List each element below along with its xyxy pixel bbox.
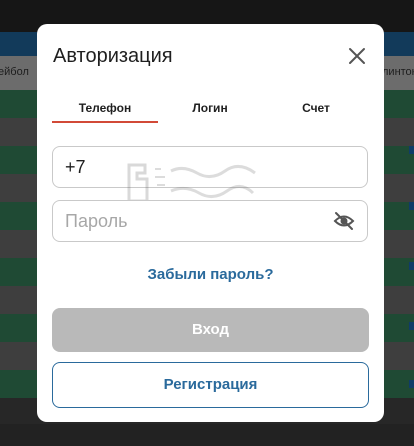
forgot-password-link[interactable]: Забыли пароль? xyxy=(37,266,384,283)
auth-tabs: Телефон Логин Счет xyxy=(52,90,369,124)
background-footer xyxy=(0,424,414,446)
background-row-marker xyxy=(409,146,414,154)
login-button[interactable]: Вход xyxy=(52,308,369,352)
eye-off-icon[interactable] xyxy=(333,211,355,231)
background-row-marker xyxy=(409,380,414,388)
background-sport-label: ейбол xyxy=(0,66,29,78)
tab-account[interactable]: Счет xyxy=(263,90,369,122)
password-input[interactable] xyxy=(65,201,325,241)
background-row-marker xyxy=(409,262,414,270)
background-sport-label: линтон xyxy=(382,66,414,78)
register-button[interactable]: Регистрация xyxy=(52,362,369,408)
password-field xyxy=(52,200,368,242)
auth-modal: Авторизация Телефон Логин Счет Забыли па… xyxy=(37,24,384,422)
modal-title: Авторизация xyxy=(53,45,173,67)
background-row-marker xyxy=(409,322,414,330)
watermark-logo xyxy=(127,163,256,203)
background-row-marker xyxy=(409,202,414,210)
tab-login[interactable]: Логин xyxy=(157,90,263,122)
close-icon[interactable] xyxy=(345,44,369,68)
active-tab-indicator xyxy=(52,121,158,123)
tab-phone[interactable]: Телефон xyxy=(52,90,158,122)
